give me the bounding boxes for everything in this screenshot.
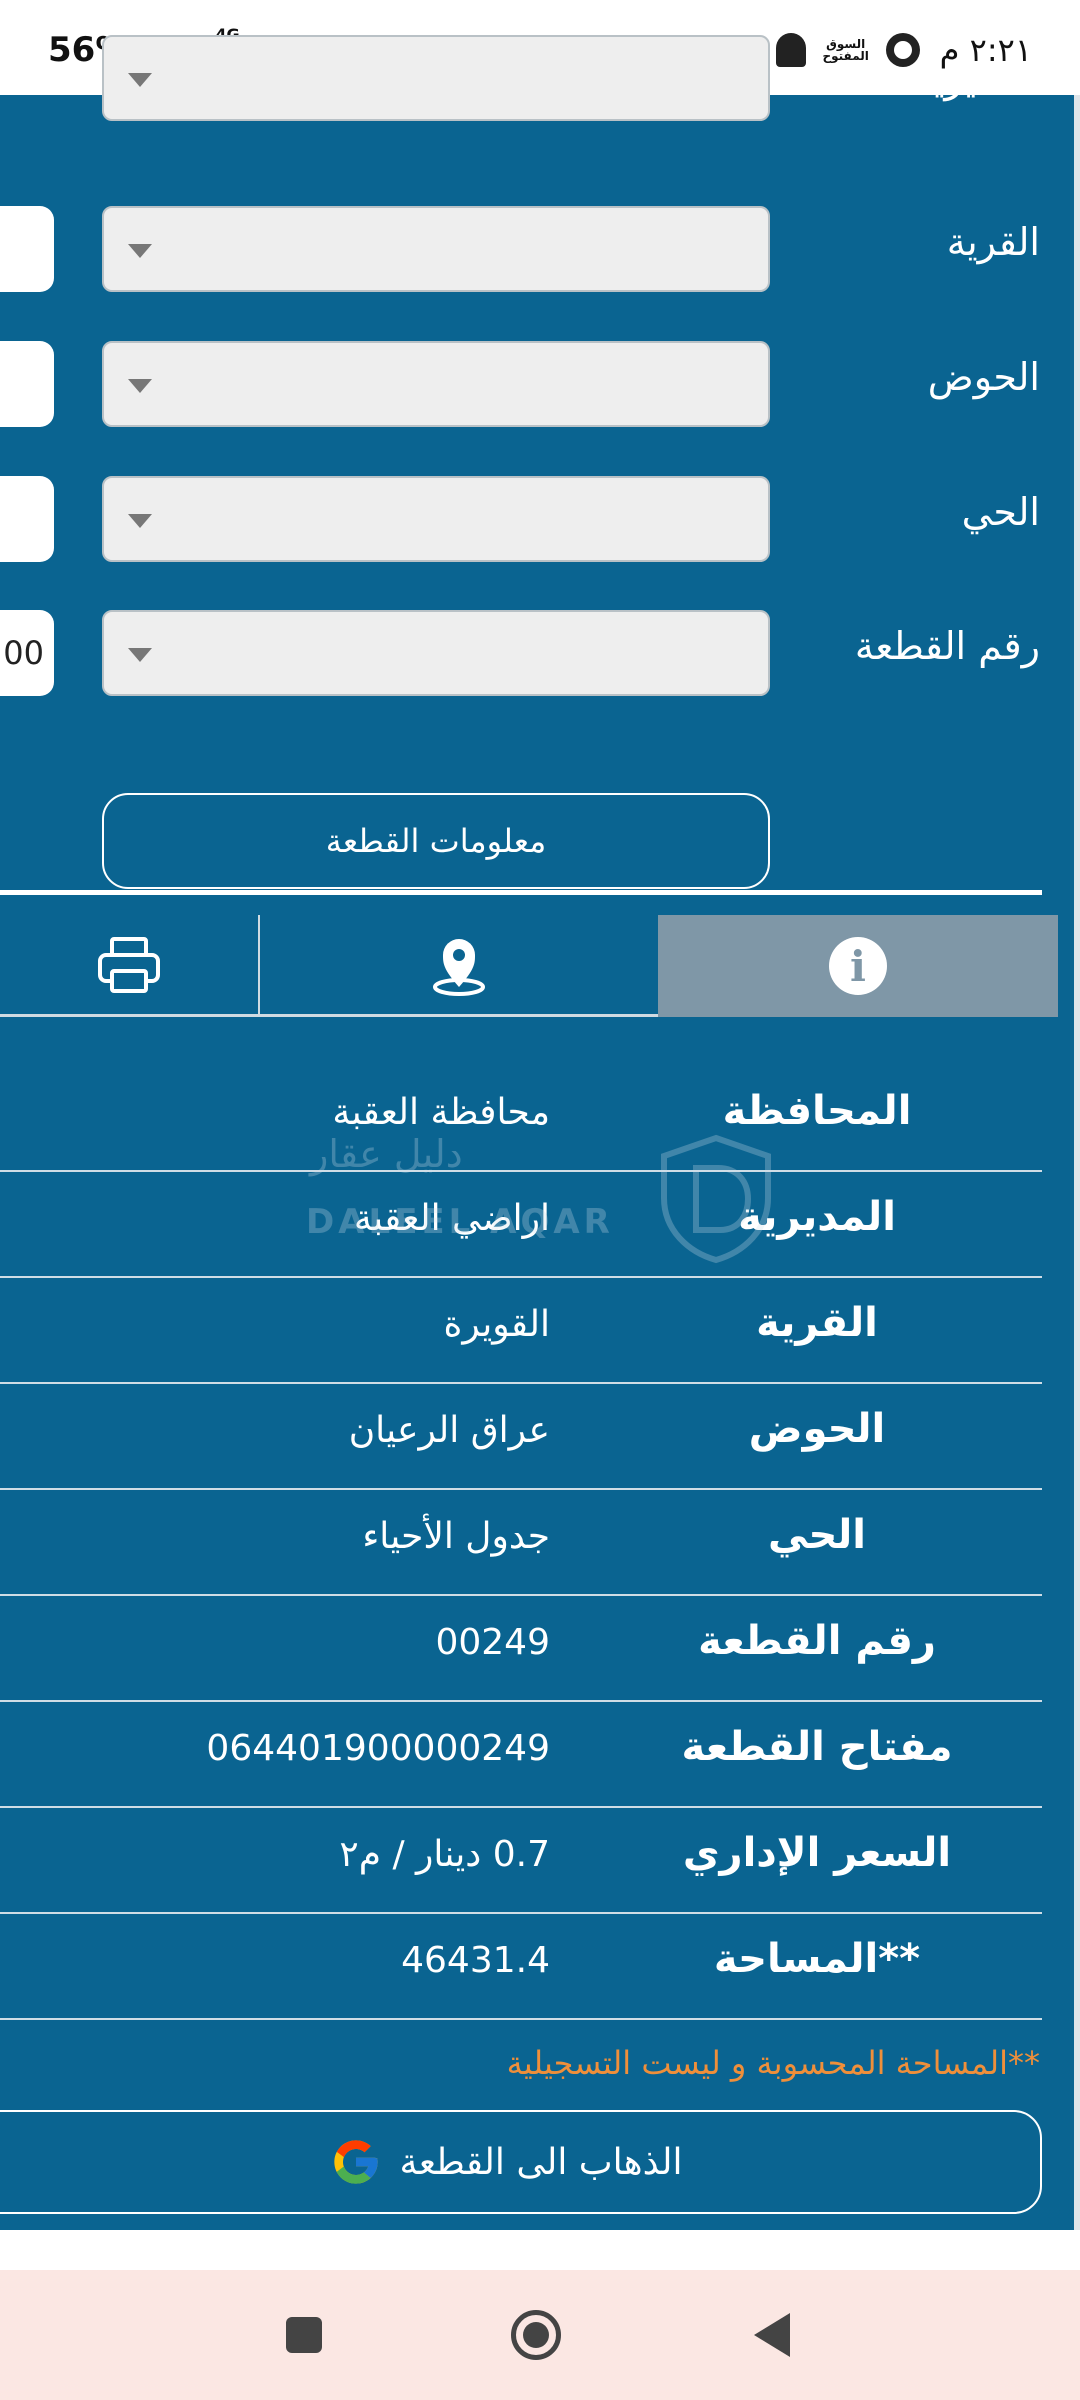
- form-row-basin: الحوض: [0, 341, 1074, 433]
- form-row-neighborhood: الحي: [0, 476, 1074, 568]
- tab-bar: i: [0, 915, 1058, 1017]
- chevron-down-icon: [128, 514, 152, 528]
- area-note: **المساحة المحسوبة و ليست التسجيلية: [506, 2044, 1040, 2082]
- basin-select[interactable]: [102, 341, 770, 427]
- detail-value: 46431.4: [401, 1940, 550, 1981]
- table-row: الحي جدول الأحياء: [0, 1490, 1042, 1596]
- home-icon: [511, 2310, 561, 2360]
- parcel-info-button[interactable]: معلومات القطعة: [102, 793, 770, 889]
- basin-side-field[interactable]: [0, 341, 54, 427]
- tab-info[interactable]: i: [658, 915, 1058, 1017]
- table-row: **المساحة 46431.4: [0, 1914, 1042, 2020]
- detail-label: مفتاح القطعة: [681, 1724, 953, 1770]
- detail-value: 064401900000249: [206, 1728, 550, 1769]
- neighborhood-side-field[interactable]: [0, 476, 54, 562]
- village-select[interactable]: [102, 206, 770, 292]
- table-row: مفتاح القطعة 064401900000249: [0, 1702, 1042, 1808]
- detail-label: المحافظة: [722, 1088, 912, 1134]
- detail-label-cell: الحوض: [592, 1384, 1042, 1488]
- form-row-directorate: المديرية: [0, 35, 1074, 157]
- detail-label: **المساحة: [713, 1936, 921, 1982]
- back-icon: [754, 2313, 790, 2357]
- detail-value: محافظة العقبة: [332, 1092, 550, 1133]
- tab-location[interactable]: [258, 915, 658, 1017]
- detail-label: الحي: [767, 1512, 867, 1558]
- snapchat-icon: [775, 33, 806, 67]
- detail-label: المديرية: [738, 1194, 896, 1240]
- detail-label-cell: الحي: [592, 1490, 1042, 1594]
- table-row: القرية القويرة: [0, 1278, 1042, 1384]
- table-row: الحوض عراق الرعيان: [0, 1384, 1042, 1490]
- village-side-field[interactable]: [0, 206, 54, 292]
- detail-label: الحوض: [748, 1406, 886, 1452]
- table-row: المحافظة محافظة العقبة: [0, 1066, 1042, 1172]
- chevron-down-icon: [128, 244, 152, 258]
- location-pin-icon: [433, 938, 485, 996]
- directorate-select[interactable]: [102, 35, 770, 121]
- form-row-parcel-number: رقم القطعة 00: [0, 610, 1074, 702]
- detail-label-cell: المديرية: [592, 1172, 1042, 1276]
- recents-icon: [286, 2317, 322, 2353]
- go-to-parcel-button[interactable]: الذهاب الى القطعة: [0, 2110, 1042, 2214]
- detail-value: 00249: [435, 1622, 550, 1663]
- detail-label-cell: القرية: [592, 1278, 1042, 1382]
- chevron-down-icon: [128, 648, 152, 662]
- detail-label: السعر الإداري: [682, 1830, 952, 1876]
- detail-label: رقم القطعة: [698, 1618, 936, 1664]
- detail-label-cell: **المساحة: [592, 1914, 1042, 2018]
- chevron-down-icon: [128, 379, 152, 393]
- chevron-down-icon: [128, 73, 152, 87]
- tab-print[interactable]: [0, 915, 258, 1017]
- system-nav-bar: [0, 2270, 1080, 2400]
- neighborhood-select[interactable]: [102, 476, 770, 562]
- form-label-directorate: المديرية: [913, 57, 1040, 101]
- recents-button[interactable]: [234, 2270, 374, 2400]
- detail-value: عراق الرعيان: [348, 1410, 550, 1451]
- form-row-village: القرية: [0, 206, 1074, 298]
- detail-label-cell: المحافظة: [592, 1066, 1042, 1170]
- detail-label-cell: مفتاح القطعة: [592, 1702, 1042, 1806]
- parcel-number-select[interactable]: [102, 610, 770, 696]
- parcel-number-side-field[interactable]: 00: [0, 610, 54, 696]
- detail-label: القرية: [756, 1300, 878, 1346]
- back-button[interactable]: [702, 2270, 842, 2400]
- detail-label-cell: السعر الإداري: [592, 1808, 1042, 1912]
- home-button[interactable]: [466, 2270, 606, 2400]
- bottom-spacer: [0, 2230, 1080, 2270]
- form-label-neighborhood: الحي: [961, 490, 1040, 534]
- form-label-basin: الحوض: [927, 355, 1040, 399]
- detail-label-cell: رقم القطعة: [592, 1596, 1042, 1700]
- table-row: رقم القطعة 00249: [0, 1596, 1042, 1702]
- detail-value: 0.7 دينار / م٢: [339, 1834, 550, 1875]
- app-edge: [1074, 95, 1080, 2230]
- form-label-village: القرية: [946, 220, 1040, 264]
- section-divider: [0, 890, 1042, 895]
- info-icon: i: [829, 937, 887, 995]
- form-label-parcel-number: رقم القطعة: [854, 624, 1040, 668]
- printer-icon: [98, 936, 160, 993]
- detail-value: اراضي العقبة: [353, 1198, 550, 1239]
- table-row: المديرية اراضي العقبة: [0, 1172, 1042, 1278]
- souq-app-icon: السوق المفتوح: [822, 37, 869, 63]
- go-to-parcel-label: الذهاب الى القطعة: [399, 2141, 683, 2183]
- detail-value: القويرة: [443, 1304, 550, 1345]
- google-icon: [333, 2140, 378, 2184]
- detail-value: جدول الأحياء: [362, 1516, 550, 1557]
- table-row: السعر الإداري 0.7 دينار / م٢: [0, 1808, 1042, 1914]
